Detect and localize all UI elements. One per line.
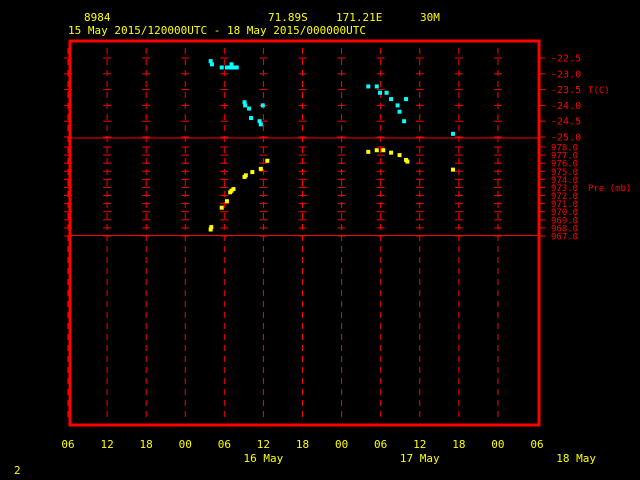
temperature-point [395, 103, 400, 108]
grid-column [103, 48, 112, 420]
temperature-point [384, 90, 389, 95]
x-tick-label: 18 [140, 438, 153, 451]
x-tick-label: 00 [491, 438, 504, 451]
temperature-point [258, 122, 263, 127]
grid-column [298, 48, 307, 420]
panel-label: Pre (mb) [588, 184, 631, 194]
grid-column [454, 48, 463, 420]
temperature-point [378, 90, 383, 95]
x-tick-label: 06 [218, 438, 231, 451]
y-tick-label: -23.0 [551, 69, 581, 80]
y-tick-label: -23.5 [551, 85, 581, 96]
temperature-point [404, 97, 409, 102]
temperature-point [247, 106, 252, 111]
grid-column [493, 48, 502, 420]
temperature-point [260, 103, 265, 108]
pressure-point [450, 167, 455, 172]
pressure-point [250, 170, 255, 175]
page-number: 2 [14, 464, 21, 477]
x-tick-label: 00 [179, 438, 192, 451]
grid-column [181, 48, 190, 420]
plot-frame [68, 39, 541, 427]
x-date-label: 16 May [244, 452, 284, 465]
pressure-point [397, 153, 402, 158]
grid-column [376, 48, 385, 420]
x-tick-label: 12 [413, 438, 426, 451]
pressure-point [219, 205, 224, 210]
x-tick-label: 12 [100, 438, 113, 451]
y-tick-label: -24.0 [551, 101, 581, 112]
x-tick-label: 06 [61, 438, 74, 451]
temperature-point [397, 109, 402, 114]
pressure-point [366, 149, 371, 154]
y-tick-label: -24.5 [551, 117, 581, 128]
pressure-point [389, 150, 394, 155]
temperature-point [366, 84, 371, 89]
pressure-point [243, 173, 248, 178]
pressure-point [381, 148, 386, 153]
temperature-point [234, 65, 239, 70]
temperature-point [229, 62, 234, 67]
temperature-point [209, 62, 214, 67]
grid-column [337, 48, 346, 420]
temperature-point [219, 65, 224, 70]
x-tick-label: 18 [296, 438, 309, 451]
grid-column [415, 48, 424, 420]
meteogram-chart: -22.5-23.0-23.5-24.0-24.5-25.0T(C)978.09… [61, 39, 631, 465]
panel-label: T(C) [588, 86, 610, 96]
temperature-point [374, 84, 379, 89]
y-tick-label: 967.0 [551, 233, 578, 243]
grid-column [142, 48, 151, 420]
temperature-point [450, 131, 455, 136]
pressure-point [231, 187, 236, 192]
x-tick-label: 06 [530, 438, 543, 451]
temperature-point [243, 103, 248, 108]
y-tick-label: -25.0 [551, 133, 581, 144]
grid-column [220, 48, 229, 420]
pressure-point [209, 225, 214, 230]
temperature-point [249, 116, 254, 121]
pressure-point [405, 159, 410, 164]
y-tick-label: -22.5 [551, 54, 581, 65]
pressure-point [224, 199, 229, 204]
pressure-point [265, 158, 270, 163]
temperature-point [389, 97, 394, 102]
x-tick-label: 12 [257, 438, 270, 451]
x-tick-label: 18 [452, 438, 465, 451]
temperature-point [402, 119, 407, 124]
x-tick-label: 06 [374, 438, 387, 451]
x-tick-label: 00 [335, 438, 348, 451]
pressure-point [374, 148, 379, 153]
x-date-label: 18 May [556, 452, 596, 465]
x-date-label: 17 May [400, 452, 440, 465]
pressure-point [258, 166, 263, 171]
